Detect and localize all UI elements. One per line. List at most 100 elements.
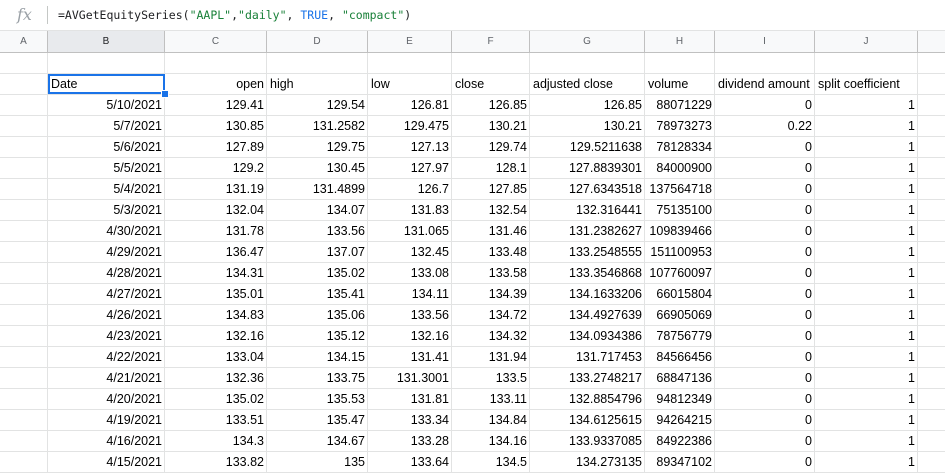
table-row[interactable]: 4/15/2021 133.82 135 133.64 134.5 134.273135 8… [0, 452, 945, 473]
table-cell[interactable]: 5/4/2021 [48, 179, 165, 199]
table-cell[interactable]: 0 [715, 158, 815, 178]
column-title-cell[interactable]: Date [48, 74, 165, 94]
table-cell[interactable]: 131.2582 [267, 116, 368, 136]
table-cell[interactable]: 135.47 [267, 410, 368, 430]
column-title-cell[interactable]: open [165, 74, 267, 94]
table-cell[interactable]: 134.6125615 [530, 410, 645, 430]
table-cell[interactable]: 126.85 [530, 95, 645, 115]
table-cell[interactable]: 66905069 [645, 305, 715, 325]
column-header-f[interactable]: F [452, 31, 530, 52]
table-row[interactable]: 4/30/2021 131.78 133.56 131.065 131.46 131.23… [0, 221, 945, 242]
table-cell[interactable]: 131.41 [368, 347, 452, 367]
table-cell[interactable]: 130.45 [267, 158, 368, 178]
table-cell[interactable]: 131.78 [165, 221, 267, 241]
table-row[interactable]: 4/16/2021 134.3 134.67 133.28 134.16 133.9337… [0, 431, 945, 452]
table-cell[interactable]: 0 [715, 410, 815, 430]
column-header-j[interactable]: J [815, 31, 918, 52]
table-cell[interactable]: 5/7/2021 [48, 116, 165, 136]
table-cell[interactable]: 133.04 [165, 347, 267, 367]
table-cell[interactable]: 0 [715, 326, 815, 346]
table-cell[interactable]: 1 [815, 368, 918, 388]
table-cell[interactable]: 5/6/2021 [48, 137, 165, 157]
table-cell[interactable]: 131.19 [165, 179, 267, 199]
table-cell[interactable]: 5/5/2021 [48, 158, 165, 178]
table-cell[interactable]: 133.56 [267, 221, 368, 241]
column-title-cell[interactable]: close [452, 74, 530, 94]
table-cell[interactable]: 134.11 [368, 284, 452, 304]
table-cell[interactable]: 132.16 [165, 326, 267, 346]
formula-input[interactable]: =AVGetEquitySeries("AAPL","daily", TRUE,… [58, 8, 411, 22]
table-cell[interactable]: 135 [267, 452, 368, 472]
table-cell[interactable]: 0 [715, 347, 815, 367]
table-cell[interactable]: 129.54 [267, 95, 368, 115]
column-title-cell[interactable]: volume [645, 74, 715, 94]
column-header-g[interactable]: G [530, 31, 645, 52]
table-cell[interactable]: 130.85 [165, 116, 267, 136]
table-cell[interactable]: 84566456 [645, 347, 715, 367]
column-title-cell[interactable]: low [368, 74, 452, 94]
table-cell[interactable]: 0 [715, 137, 815, 157]
table-cell[interactable]: 129.475 [368, 116, 452, 136]
table-cell[interactable]: 0 [715, 242, 815, 262]
table-cell[interactable]: 1 [815, 95, 918, 115]
table-cell[interactable]: 131.81 [368, 389, 452, 409]
table-cell[interactable]: 1 [815, 263, 918, 283]
table-cell[interactable]: 4/29/2021 [48, 242, 165, 262]
table-cell[interactable]: 126.81 [368, 95, 452, 115]
table-cell[interactable]: 127.85 [452, 179, 530, 199]
column-title-cell[interactable]: dividend amount [715, 74, 815, 94]
table-cell[interactable]: 126.7 [368, 179, 452, 199]
table-cell[interactable]: 134.4927639 [530, 305, 645, 325]
table-cell[interactable]: 133.5 [452, 368, 530, 388]
table-cell[interactable]: 133.48 [452, 242, 530, 262]
table-cell[interactable]: 134.3 [165, 431, 267, 451]
table-cell[interactable]: 130.21 [530, 116, 645, 136]
table-cell[interactable]: 4/30/2021 [48, 221, 165, 241]
table-cell[interactable]: 4/21/2021 [48, 368, 165, 388]
table-row[interactable]: 4/27/2021 135.01 135.41 134.11 134.39 134.163… [0, 284, 945, 305]
table-cell[interactable]: 1 [815, 137, 918, 157]
column-title-cell[interactable]: split coefficient [815, 74, 918, 94]
table-cell[interactable]: 1 [815, 431, 918, 451]
table-cell[interactable]: 0 [715, 221, 815, 241]
table-cell[interactable]: 134.72 [452, 305, 530, 325]
table-cell[interactable]: 133.2548555 [530, 242, 645, 262]
table-cell[interactable]: 4/15/2021 [48, 452, 165, 472]
table-cell[interactable]: 133.82 [165, 452, 267, 472]
table-cell[interactable]: 130.21 [452, 116, 530, 136]
table-cell[interactable]: 0 [715, 200, 815, 220]
table-cell[interactable]: 134.39 [452, 284, 530, 304]
table-cell[interactable]: 133.2748217 [530, 368, 645, 388]
table-cell[interactable]: 66015804 [645, 284, 715, 304]
table-cell[interactable]: 133.64 [368, 452, 452, 472]
table-row[interactable]: 4/21/2021 132.36 133.75 131.3001 133.5 133.27… [0, 368, 945, 389]
table-cell[interactable]: 134.67 [267, 431, 368, 451]
table-cell[interactable]: 134.1633206 [530, 284, 645, 304]
table-cell[interactable]: 68847136 [645, 368, 715, 388]
table-cell[interactable]: 134.16 [452, 431, 530, 451]
table-cell[interactable]: 78128334 [645, 137, 715, 157]
table-cell[interactable]: 0 [715, 284, 815, 304]
table-cell[interactable]: 1 [815, 242, 918, 262]
table-cell[interactable]: 132.45 [368, 242, 452, 262]
table-cell[interactable]: 132.04 [165, 200, 267, 220]
table-cell[interactable]: 127.8839301 [530, 158, 645, 178]
table-row[interactable]: 5/4/2021 131.19 131.4899 126.7 127.85 127.634… [0, 179, 945, 200]
fill-handle[interactable] [161, 90, 169, 98]
table-cell[interactable]: 78973273 [645, 116, 715, 136]
table-cell[interactable]: 151100953 [645, 242, 715, 262]
table-cell[interactable]: 0 [715, 368, 815, 388]
table-cell[interactable]: 135.02 [165, 389, 267, 409]
table-cell[interactable]: 127.97 [368, 158, 452, 178]
table-cell[interactable]: 0 [715, 305, 815, 325]
column-header-e[interactable]: E [368, 31, 452, 52]
column-title-cell[interactable]: adjusted close [530, 74, 645, 94]
table-row[interactable] [0, 53, 945, 74]
table-cell[interactable]: 78756779 [645, 326, 715, 346]
table-cell[interactable]: 1 [815, 347, 918, 367]
table-row[interactable]: 5/5/2021 129.2 130.45 127.97 128.1 127.883930… [0, 158, 945, 179]
column-header-i[interactable]: I [715, 31, 815, 52]
table-cell[interactable]: 0.22 [715, 116, 815, 136]
table-cell[interactable]: 129.2 [165, 158, 267, 178]
table-cell[interactable]: 129.41 [165, 95, 267, 115]
